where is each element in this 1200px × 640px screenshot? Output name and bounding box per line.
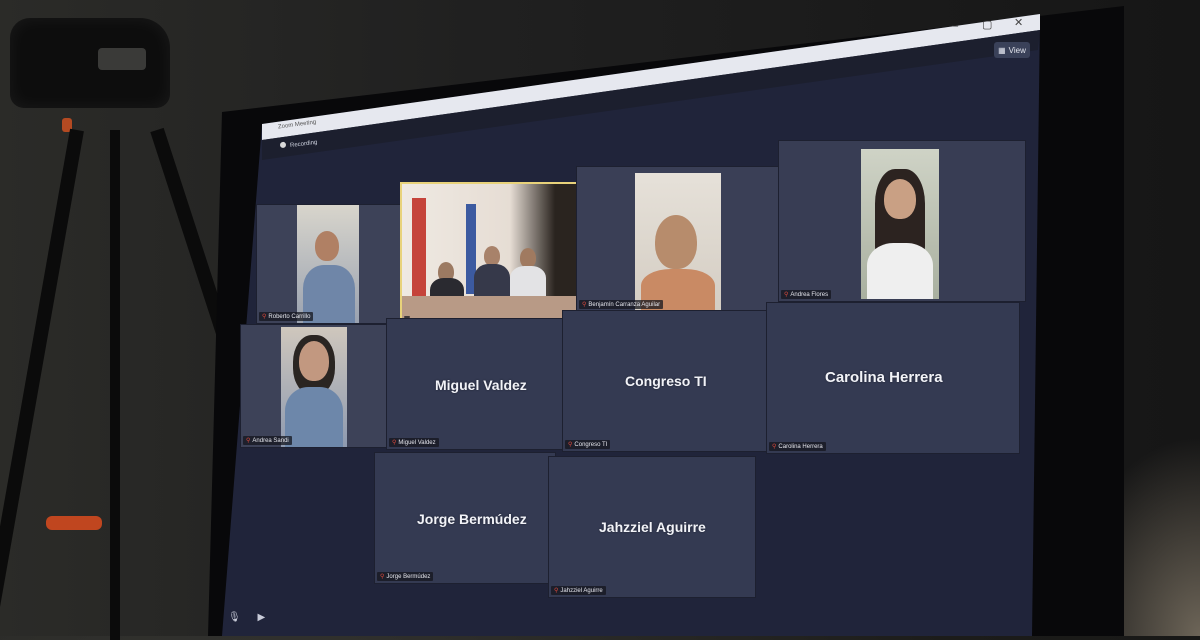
mic-muted-icon: ⚲ [392, 440, 397, 446]
mic-muted-icon: ⚲ [582, 302, 587, 308]
participant-video [861, 149, 939, 299]
participant-name-tag: ⚲ Benjamín Carranza Aguilar [579, 300, 664, 309]
maximize-icon[interactable]: ▢ [982, 18, 992, 31]
participant-tile[interactable]: ⚲ Benjamín Carranza Aguilar [576, 166, 784, 312]
participant-tile[interactable]: Miguel Valdez ⚲ Miguel Valdez [386, 318, 568, 450]
minimize-icon[interactable]: – [952, 20, 958, 32]
participant-display-name: Congreso TI [625, 373, 707, 389]
participant-video [402, 184, 582, 320]
meeting-toolbar: 🎙 ▶ [228, 612, 308, 636]
mic-muted-icon: ⚲ [568, 442, 573, 448]
participant-name-tag: ⚲ Carolina Herrera [769, 442, 826, 451]
participant-video [297, 205, 359, 323]
participant-tile[interactable]: Congreso TI ⚲ Congreso TI [562, 310, 772, 452]
participant-tile[interactable]: Carolina Herrera ⚲ Carolina Herrera [766, 302, 1020, 454]
participant-display-name: Miguel Valdez [435, 377, 527, 393]
participant-name-tag: ⚲ Miguel Valdez [389, 438, 439, 447]
mic-muted-icon: ⚲ [262, 314, 267, 320]
view-grid-icon: ▦ [998, 45, 1006, 55]
microphone-icon[interactable]: 🎙 [228, 612, 241, 623]
participant-display-name: Carolina Herrera [825, 369, 943, 386]
participant-name-tag: ⚲ Jahzziel Aguirre [551, 586, 606, 595]
participant-tile[interactable]: Jorge Bermúdez ⚲ Jorge Bermúdez [374, 452, 556, 584]
view-button[interactable]: ▦ View [994, 42, 1030, 58]
mic-muted-icon: ⚲ [554, 588, 559, 594]
participant-tile[interactable]: ⚲ Andrea Sandi [240, 324, 392, 448]
participant-name-tag: ⚲ Congreso TI [565, 440, 611, 449]
mic-muted-icon: ⚲ [784, 292, 789, 298]
participant-display-name: Jorge Bermúdez [417, 511, 527, 527]
participant-video [281, 327, 347, 447]
mic-muted-icon: ⚲ [772, 444, 777, 450]
participant-name-tag: ⚲ Andrea Flores [781, 290, 832, 299]
participant-display-name: Jahzziel Aguirre [599, 519, 706, 535]
participant-tile[interactable]: Jahzziel Aguirre ⚲ Jahzziel Aguirre [548, 456, 756, 598]
participant-name-tag: ⚲ Roberto Carrillo [259, 312, 314, 321]
participant-name-tag: ⚲ Jorge Bermúdez [377, 572, 434, 581]
video-camera-icon[interactable]: ▶ [257, 612, 265, 623]
participant-tile-active-speaker[interactable] [400, 182, 584, 322]
mic-muted-icon: ⚲ [246, 438, 251, 444]
participant-tile[interactable]: ⚲ Andrea Flores [778, 140, 1026, 302]
close-icon[interactable]: ✕ [1014, 16, 1023, 29]
participant-name-tag: ⚲ Andrea Sandi [243, 436, 292, 445]
participant-video [635, 173, 721, 311]
view-label: View [1008, 45, 1026, 55]
mic-muted-icon: ⚲ [380, 574, 385, 580]
participant-tile[interactable]: ⚲ Roberto Carrillo [256, 204, 404, 324]
